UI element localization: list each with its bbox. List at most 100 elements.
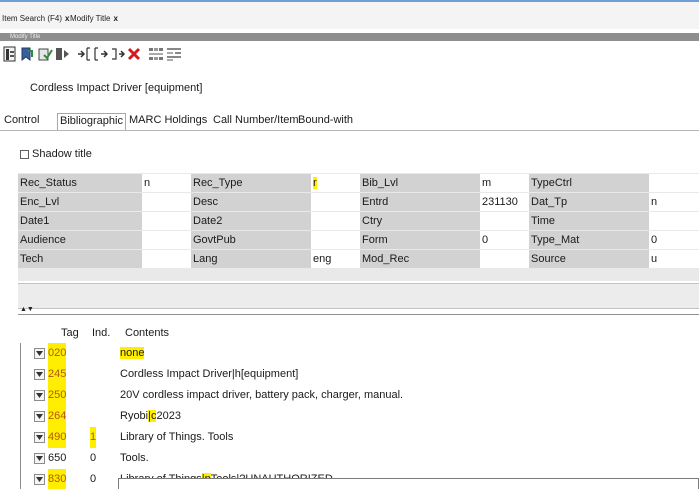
marc-field-row[interactable]: 650 0 Tools. (18, 448, 699, 469)
tab-modify-title-close-icon[interactable]: x (113, 14, 117, 23)
chevron-down-icon (36, 477, 43, 482)
fixed-field-value[interactable]: 231130 (480, 193, 529, 211)
marc-contents[interactable]: 20V cordless impact driver, battery pack… (120, 385, 403, 406)
row-expand-icon[interactable] (34, 390, 45, 401)
panel-title-bar: Modify Title (0, 33, 699, 41)
fixed-field-value[interactable] (311, 193, 360, 211)
active-row-editor[interactable] (118, 478, 699, 489)
fixed-field-value[interactable] (311, 231, 360, 249)
fixed-field-value-text: 0 (651, 234, 658, 246)
marc-contents[interactable]: Ryobi|c2023 (120, 406, 181, 427)
fixed-field-value[interactable] (142, 231, 191, 249)
row-expand-icon[interactable] (34, 474, 45, 485)
indent-in-icon[interactable] (76, 46, 92, 62)
marc-tag[interactable]: 650 (48, 448, 66, 469)
marc-field-row[interactable]: 264 Ryobi|c2023 (18, 406, 699, 427)
fixed-field-label: Source (529, 250, 649, 268)
fixed-field-value[interactable]: n (142, 174, 191, 192)
delete-icon[interactable] (126, 46, 142, 62)
fixed-field-value[interactable]: n (649, 193, 699, 211)
marc-indicator[interactable]: 0 (90, 469, 96, 489)
marc-contents[interactable]: Tools. (120, 448, 149, 469)
fixed-field-label: Dat_Tp (529, 193, 649, 211)
marc-tag[interactable]: 250 (48, 385, 67, 406)
marc-contents[interactable]: none (120, 343, 145, 364)
collapse-grid-icon[interactable] (166, 46, 182, 62)
marc-field-row[interactable]: 245 Cordless Impact Driver|h[equipment] (18, 364, 699, 385)
tab-item-search-close-icon[interactable]: x (65, 14, 69, 23)
validate-icon[interactable] (37, 46, 53, 62)
row-expand-icon[interactable] (34, 432, 45, 443)
tab-call-number-item[interactable]: Call Number/Item (211, 113, 301, 130)
chevron-down-icon (36, 456, 43, 461)
fixed-field-value-text: eng (313, 253, 332, 265)
fixed-field-label: Tech (18, 250, 142, 268)
tab-item-search-label: Item Search (F4) (2, 14, 63, 23)
save-record-icon[interactable] (2, 46, 18, 62)
fixed-field-value[interactable] (649, 174, 699, 192)
marc-contents[interactable]: Library of Things. Tools (120, 427, 233, 448)
marc-tag[interactable]: 490 (48, 427, 67, 448)
fixed-field-value[interactable] (649, 212, 699, 230)
split-icon[interactable] (55, 46, 71, 62)
fixed-field-value[interactable]: 0 (480, 231, 529, 249)
fixed-field-label: Date1 (18, 212, 142, 230)
fixed-field-label: Form (360, 231, 480, 249)
tab-marc-holdings[interactable]: MARC Holdings (127, 113, 209, 130)
fixed-field-value[interactable]: 0 (649, 231, 699, 249)
bookmark-icon[interactable] (19, 46, 35, 62)
column-header-contents[interactable]: Contents (125, 327, 169, 339)
field-text: Ryobi (120, 410, 149, 422)
fixed-field-value-text: n (144, 177, 151, 189)
fixed-field-value[interactable]: u (649, 250, 699, 268)
chevron-down-icon (36, 372, 43, 377)
toolbar (0, 44, 699, 66)
fixed-field-value-text: n (651, 196, 658, 208)
marc-tag[interactable]: 245 (48, 364, 67, 385)
shadow-title-label: Shadow title (32, 148, 92, 160)
indent-out-icon[interactable] (93, 46, 109, 62)
row-expand-icon[interactable] (34, 369, 45, 380)
column-header-tag[interactable]: Tag (61, 327, 79, 339)
fixed-field-value[interactable] (142, 250, 191, 268)
marc-field-row[interactable]: 490 1 Library of Things. Tools (18, 427, 699, 448)
fixed-field-value-text: u (651, 253, 658, 265)
fixed-field-label: Ctry (360, 212, 480, 230)
column-header-ind[interactable]: Ind. (92, 327, 110, 339)
marc-field-row[interactable]: 250 20V cordless impact driver, battery p… (18, 385, 699, 406)
marc-tag[interactable]: 830 (48, 469, 67, 489)
marc-tag[interactable]: 264 (48, 406, 67, 427)
marc-indicator[interactable]: 1 (90, 427, 97, 448)
fixed-field-value[interactable]: eng (311, 250, 360, 268)
marc-field-row[interactable]: 020 none (18, 343, 699, 364)
tab-item-search[interactable]: Item Search (F4) x (2, 14, 69, 23)
fixed-field-value[interactable] (311, 212, 360, 230)
tab-bound-with[interactable]: Bound-with (296, 113, 355, 130)
row-expand-icon[interactable] (34, 348, 45, 359)
shadow-title-checkbox[interactable] (20, 149, 29, 159)
marc-tag[interactable]: 020 (48, 343, 67, 364)
merge-icon[interactable] (110, 46, 126, 62)
row-expand-icon[interactable] (34, 411, 45, 422)
row-expand-icon[interactable] (34, 453, 45, 464)
fixed-field-value[interactable]: m (480, 174, 529, 192)
sort-toggle-icon[interactable]: ▲▼ (20, 306, 34, 313)
fixed-field-value[interactable]: r (311, 174, 360, 192)
fixed-field-label: TypeCtrl (529, 174, 649, 192)
expand-grid-icon[interactable] (148, 46, 164, 62)
fixed-field-value[interactable] (480, 212, 529, 230)
shadow-title-option[interactable]: Shadow title (20, 148, 92, 160)
marc-indicator[interactable]: 0 (90, 448, 96, 469)
tab-bibliographic[interactable]: Bibliographic (57, 113, 126, 130)
chevron-down-icon (36, 435, 43, 440)
tab-control[interactable]: Control (2, 113, 41, 130)
tab-modify-title[interactable]: Modify Title x (70, 14, 118, 23)
splitter[interactable] (18, 314, 699, 315)
marc-contents[interactable]: Cordless Impact Driver|h[equipment] (120, 364, 298, 385)
fixed-field-label: Audience (18, 231, 142, 249)
fixed-field-value[interactable] (480, 250, 529, 268)
chevron-down-icon (36, 414, 43, 419)
fixed-field-label: Rec_Type (191, 174, 311, 192)
fixed-field-value[interactable] (142, 212, 191, 230)
fixed-field-value[interactable] (142, 193, 191, 211)
